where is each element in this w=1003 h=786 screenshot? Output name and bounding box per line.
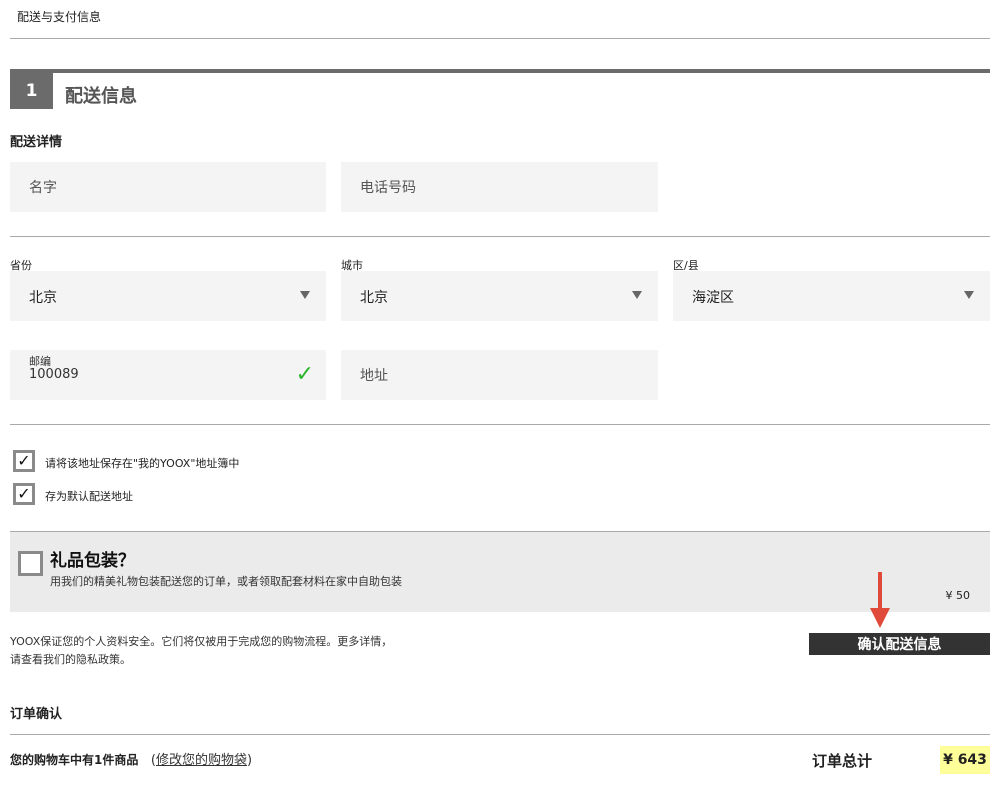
save-address-checkbox[interactable]: ✓ [13, 450, 35, 472]
breadcrumb: 配送与支付信息 [17, 10, 102, 24]
arrow-down-icon [870, 572, 890, 628]
gift-wrap-title: 礼品包装？ [50, 551, 135, 571]
address-placeholder: 地址 [360, 368, 388, 384]
order-confirm-heading: 订单确认 [10, 707, 63, 722]
chevron-down-icon [300, 291, 310, 299]
save-address-label: 请将该地址保存在"我的YOOX"地址簿中 [45, 457, 240, 470]
gift-wrap-checkbox[interactable] [18, 551, 43, 576]
check-icon: ✓ [17, 484, 31, 503]
chevron-down-icon [964, 291, 974, 299]
name-placeholder: 名字 [29, 180, 57, 196]
gift-wrap-panel: 礼品包装？ 用我们的精美礼物包装配送您的订单，或者领取配套材料在家中自助包装 ¥… [10, 532, 990, 612]
chevron-down-icon [632, 291, 642, 299]
divider [10, 424, 990, 425]
gift-wrap-description: 用我们的精美礼物包装配送您的订单，或者领取配套材料在家中自助包装 [50, 575, 402, 588]
privacy-line: 请查看我们的隐私政策。 [10, 653, 131, 666]
step-header-bar [10, 69, 990, 73]
check-icon: ✓ [17, 451, 31, 470]
paren-close: ) [247, 753, 253, 768]
zip-field[interactable]: 邮编 100089 ✓ [10, 350, 326, 400]
city-select[interactable]: 北京 [341, 271, 658, 321]
phone-placeholder: 电话号码 [360, 180, 416, 196]
privacy-notice: YOOX保证您的个人资料安全。它们将仅被用于完成您的购物流程。更多详情， 请查看… [10, 633, 440, 669]
order-total-value: ¥ 643 [940, 746, 990, 774]
phone-field[interactable]: 电话号码 [341, 162, 658, 212]
divider [10, 236, 990, 237]
divider [10, 734, 990, 735]
step-number: 1 [10, 73, 53, 109]
cart-summary: 您的购物车中有1件商品 (修改您的购物袋) [10, 749, 252, 768]
name-field[interactable]: 名字 [10, 162, 326, 212]
confirm-delivery-button[interactable]: 确认配送信息 [809, 633, 990, 655]
step-title: 配送信息 [65, 86, 137, 107]
edit-cart-link[interactable]: 修改您的购物袋 [156, 753, 247, 768]
district-value: 海淀区 [692, 290, 734, 306]
order-total-label: 订单总计 [812, 752, 873, 770]
divider [10, 38, 990, 39]
privacy-line: YOOX保证您的个人资料安全。它们将仅被用于完成您的购物流程。更多详情， [10, 635, 393, 648]
province-value: 北京 [29, 290, 57, 306]
district-select[interactable]: 海淀区 [673, 271, 990, 321]
cart-count-text: 您的购物车中有1件商品 [10, 753, 139, 767]
default-address-checkbox[interactable]: ✓ [13, 483, 35, 505]
delivery-details-heading: 配送详情 [10, 135, 63, 150]
province-select[interactable]: 北京 [10, 271, 326, 321]
default-address-label: 存为默认配送地址 [45, 490, 133, 503]
zip-value: 100089 [29, 367, 79, 382]
city-value: 北京 [360, 290, 388, 306]
check-icon: ✓ [295, 362, 314, 387]
address-field[interactable]: 地址 [341, 350, 658, 400]
gift-wrap-price: ¥ 50 [945, 589, 971, 602]
